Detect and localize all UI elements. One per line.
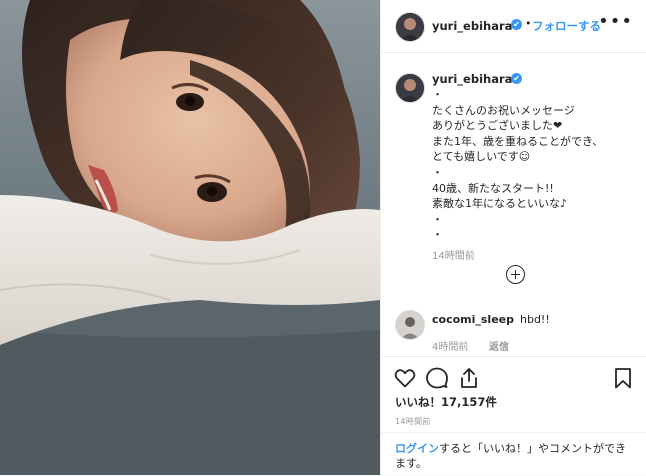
caption-timestamp[interactable]: 14時間前	[432, 247, 475, 262]
post-side-panel: yuri_ebihara ✔ • フォローする ••• yuri_ebihara…	[380, 0, 646, 475]
action-bar: いいね！17,157件 14時間前 ログインすると「いいね！」やコメントができま…	[381, 356, 646, 476]
login-prompt: ログインすると「いいね！」やコメントができます。	[381, 432, 646, 470]
comment-icon[interactable]	[425, 366, 449, 390]
heart-icon[interactable]	[393, 366, 417, 390]
login-link[interactable]: ログイン	[395, 442, 439, 455]
bookmark-icon[interactable]	[611, 366, 635, 390]
commenter-username[interactable]: cocomi_sleep	[432, 313, 514, 326]
caption-username[interactable]: yuri_ebihara	[432, 72, 512, 86]
post-photo[interactable]	[0, 0, 380, 475]
comment-text: hbd!!	[520, 313, 550, 326]
share-icon[interactable]	[457, 366, 481, 390]
comment-timestamp[interactable]: 4時間前	[432, 338, 468, 353]
separator-dot: •	[525, 17, 532, 30]
commenter-avatar[interactable]	[395, 310, 425, 340]
post-timestamp[interactable]: 14時間前	[395, 416, 431, 427]
login-prompt-text: ログインすると「いいね！」やコメントができます。	[395, 441, 635, 471]
author-username[interactable]: yuri_ebihara	[432, 19, 512, 33]
follow-button[interactable]: フォローする	[532, 18, 601, 34]
author-avatar[interactable]	[395, 12, 425, 42]
post-header: yuri_ebihara ✔ • フォローする •••	[381, 0, 646, 53]
load-more-comments-icon[interactable]	[506, 265, 525, 284]
caption-text: ・ たくさんのお祝いメッセージ ありがとうございました❤︎ また1年、歳を重ねる…	[432, 88, 604, 242]
verified-badge-icon: ✔	[511, 19, 522, 30]
caption-avatar[interactable]	[395, 73, 425, 103]
verified-badge-icon: ✔	[511, 73, 522, 84]
reply-button[interactable]: 返信	[489, 338, 509, 353]
instagram-post-view: yuri_ebihara ✔ • フォローする ••• yuri_ebihara…	[0, 0, 646, 475]
likes-count[interactable]: いいね！17,157件	[395, 394, 497, 410]
more-options-icon[interactable]: •••	[598, 11, 633, 32]
portrait-image	[0, 0, 380, 475]
